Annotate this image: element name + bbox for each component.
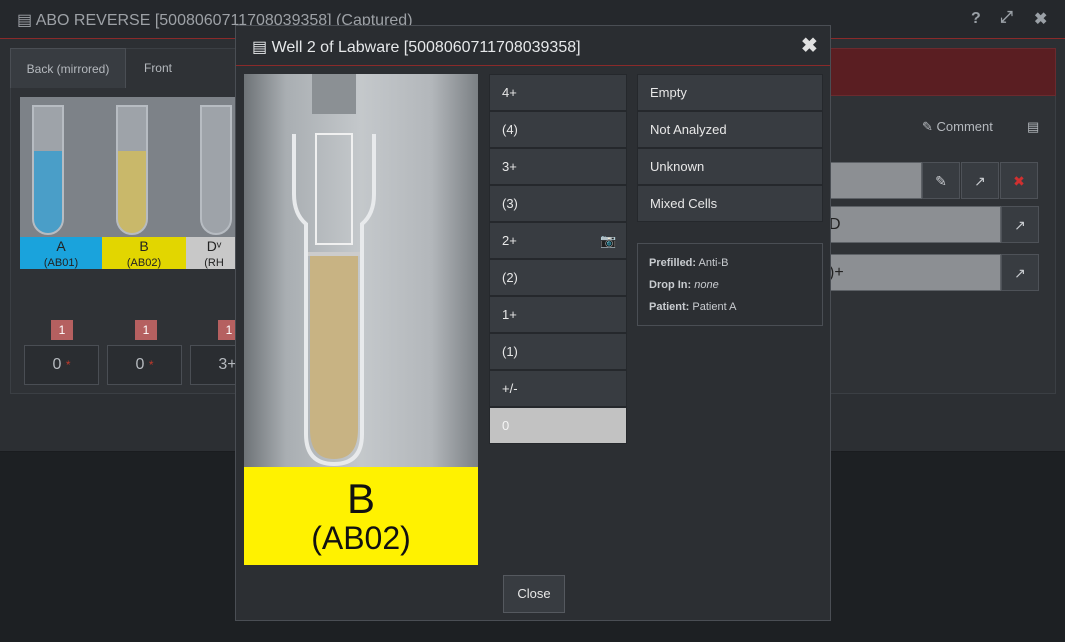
grade-button[interactable]: 4+ [489,74,627,111]
strip-label-b: B (AB02) [102,237,186,269]
dialog-close-icon[interactable]: ✖ [801,33,818,58]
well-dialog: ▤ Well 2 of Labware [5008060711708039358… [235,25,831,621]
export-icon[interactable]: ↗ [1001,206,1039,243]
option-mixed-cells[interactable]: Mixed Cells [637,185,823,222]
result-field: )+ [826,254,1001,291]
labware-icon: ▤ [17,12,36,29]
grade-button[interactable]: 2+ 📷 [489,222,627,259]
tube-d [200,105,232,235]
help-icon[interactable]: ? [971,10,981,28]
list-icon: ▤ [252,39,272,56]
option-empty[interactable]: Empty [637,74,823,111]
grade-button-selected[interactable]: 0 [489,407,627,444]
tube-image [244,74,478,467]
strip-label-d: Dᵛ (RH [186,237,242,269]
grade-button[interactable]: 3+ [489,148,627,185]
tube-b [116,105,148,235]
notes-icon[interactable]: ▤ [1027,119,1039,135]
export-icon[interactable]: ↗ [1001,254,1039,291]
export-icon[interactable]: ↗ [961,162,999,199]
card-image-strip: A (AB01) B (AB02) Dᵛ (RH [20,97,242,269]
well-label-main: B [346,475,375,522]
well-photo: B (AB02) [244,74,478,565]
tab-front[interactable]: Front [126,48,190,88]
well-value-a[interactable]: 0 * [24,345,99,385]
well-info-panel: Prefilled: Anti-B Drop In: none Patient:… [637,243,823,326]
strip-label-a: A (AB01) [20,237,102,269]
tube-a [32,105,64,235]
well-value-b[interactable]: 0 * [107,345,182,385]
grade-button[interactable]: 1+ [489,296,627,333]
close-button[interactable]: Close [503,575,565,613]
result-field [826,162,922,199]
camera-icon: 📷 [600,233,617,248]
well-label: B (AB02) [244,467,478,565]
close-icon[interactable]: ✖ [1034,9,1047,29]
edit-icon[interactable]: ✎ [922,162,960,199]
grade-button[interactable]: (4) [489,111,627,148]
pencil-icon: ✎ [922,119,933,134]
well-label-sub: (AB02) [311,520,411,556]
delete-icon[interactable]: ✖ [1000,162,1038,199]
tab-back-mirrored[interactable]: Back (mirrored) [10,48,126,88]
grade-button[interactable]: (1) [489,333,627,370]
result-field: D [826,206,1001,243]
option-unknown[interactable]: Unknown [637,148,823,185]
dialog-title: ▤ Well 2 of Labware [5008060711708039358… [252,39,581,56]
tube-drawing [292,74,376,467]
grade-button[interactable]: (2) [489,259,627,296]
grade-button[interactable]: +/- [489,370,627,407]
option-not-analyzed[interactable]: Not Analyzed [637,111,823,148]
expand-icon[interactable]: ⤢ [1000,9,1013,27]
dialog-header: ▤ Well 2 of Labware [5008060711708039358… [236,26,830,66]
count-badge: 1 [51,320,73,340]
comment-link[interactable]: ✎ Comment [922,119,993,135]
grade-button[interactable]: (3) [489,185,627,222]
alert-bar [826,48,1056,96]
count-badge: 1 [135,320,157,340]
